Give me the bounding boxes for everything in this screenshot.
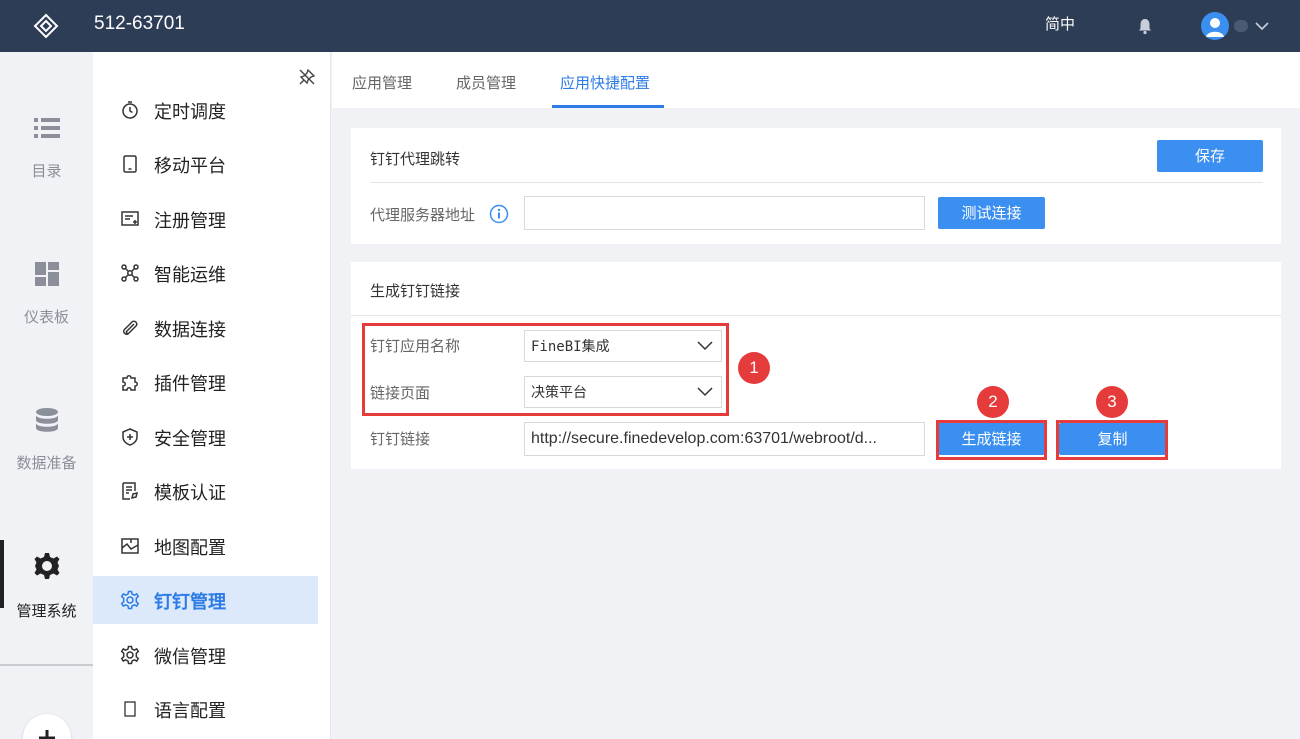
field-label: 钉钉链接 [370, 430, 431, 448]
menu-item-mobile[interactable]: 移动平台 [93, 140, 318, 188]
gear-icon [34, 553, 60, 579]
card-title: 生成钉钉链接 [370, 282, 461, 300]
rail-item-data-prep[interactable]: 数据准备 [0, 406, 93, 506]
menu-item-template-cert[interactable]: 模板认证 [93, 467, 318, 515]
save-button[interactable]: 保存 [1157, 140, 1263, 172]
puzzle-icon [122, 375, 138, 391]
plus-icon [39, 730, 55, 739]
rail-label: 数据准备 [16, 454, 77, 472]
add-button[interactable] [23, 714, 71, 739]
database-icon [36, 408, 58, 432]
card-title: 钉钉代理跳转 [370, 150, 461, 168]
rail-label: 管理系统 [16, 602, 77, 620]
card-divider [370, 182, 1263, 183]
menu-label: 微信管理 [154, 647, 226, 668]
menu-item-wechat[interactable]: 微信管理 [93, 631, 318, 679]
rail-item-catalog[interactable]: 目录 [0, 114, 93, 214]
top-bar: 512-63701 简中 [0, 0, 1300, 52]
list-icon [34, 118, 60, 138]
document-icon [122, 482, 139, 500]
paperclip-icon [122, 320, 138, 336]
rail-label: 目录 [31, 162, 62, 180]
menu-item-data-connection[interactable]: 数据连接 [93, 304, 318, 352]
menu-item-scheduler[interactable]: 定时调度 [93, 86, 318, 134]
user-avatar-icon[interactable] [1201, 12, 1229, 40]
tab-app-management[interactable]: 应用管理 [352, 72, 412, 93]
highlight-box-copy [1056, 420, 1168, 460]
proxy-server-input[interactable] [524, 196, 925, 230]
proxy-card: 钉钉代理跳转 保存 代理服务器地址 测试连接 [351, 128, 1281, 244]
user-name-blurred [1234, 20, 1248, 32]
tab-bar: 应用管理 成员管理 应用快捷配置 [332, 52, 1300, 108]
submenu-panel: 定时调度 移动平台 注册管理 智能运维 数据连接 插件管理 安全管理 模板认证 … [93, 52, 331, 739]
menu-label: 插件管理 [154, 374, 226, 395]
register-icon [121, 211, 139, 226]
menu-label: 定时调度 [154, 102, 226, 123]
dingtalk-link-input[interactable]: http://secure.finedevelop.com:63701/webr… [524, 422, 925, 456]
rail-item-management[interactable]: 管理系统 [0, 540, 93, 652]
gear-icon [120, 645, 140, 665]
menu-label: 地图配置 [154, 538, 226, 559]
rail-divider [0, 664, 93, 666]
highlight-box-selects [362, 323, 729, 416]
menu-label: 语言配置 [154, 701, 226, 722]
shield-icon [122, 428, 138, 446]
menu-item-map[interactable]: 地图配置 [93, 522, 318, 570]
rail-item-dashboard[interactable]: 仪表板 [0, 260, 93, 360]
tablet-icon [123, 155, 137, 173]
menu-label: 模板认证 [154, 483, 226, 504]
bell-icon[interactable] [1136, 17, 1154, 35]
tab-quick-config[interactable]: 应用快捷配置 [560, 72, 650, 93]
tab-member-management[interactable]: 成员管理 [456, 72, 516, 93]
field-label: 代理服务器地址 [370, 206, 476, 224]
timer-icon [122, 101, 138, 119]
menu-item-ops[interactable]: 智能运维 [93, 249, 318, 297]
dashboard-icon [35, 262, 59, 286]
active-tab-indicator [552, 105, 664, 108]
step-badge-3: 3 [1096, 386, 1128, 418]
rail-label: 仪表板 [23, 308, 69, 326]
app-title: 512-63701 [94, 13, 185, 34]
menu-label: 数据连接 [154, 320, 226, 341]
info-icon[interactable] [489, 204, 509, 224]
menu-item-plugins[interactable]: 插件管理 [93, 358, 318, 406]
menu-label: 智能运维 [154, 265, 226, 286]
language-switch[interactable]: 简中 [1045, 13, 1075, 34]
step-badge-1: 1 [738, 352, 770, 384]
language-icon [124, 701, 136, 717]
menu-label: 注册管理 [154, 211, 226, 232]
network-icon [121, 264, 139, 282]
menu-label: 钉钉管理 [154, 592, 226, 613]
test-connection-button[interactable]: 测试连接 [938, 197, 1045, 229]
icon-rail: 目录 仪表板 数据准备 管理系统 [0, 52, 93, 739]
card-divider [351, 315, 1281, 316]
diamond-logo-icon[interactable] [32, 12, 60, 40]
menu-item-security[interactable]: 安全管理 [93, 413, 318, 461]
chevron-down-icon[interactable] [1254, 18, 1270, 34]
pin-icon[interactable] [298, 68, 316, 86]
menu-label: 安全管理 [154, 429, 226, 450]
highlight-box-generate [936, 420, 1047, 460]
menu-label: 移动平台 [154, 156, 226, 177]
step-badge-2: 2 [977, 386, 1009, 418]
map-icon [121, 538, 139, 554]
menu-item-language[interactable]: 语言配置 [93, 685, 318, 733]
menu-item-register[interactable]: 注册管理 [93, 195, 318, 243]
gear-icon [120, 590, 140, 610]
menu-item-dingtalk[interactable]: 钉钉管理 [93, 576, 318, 624]
